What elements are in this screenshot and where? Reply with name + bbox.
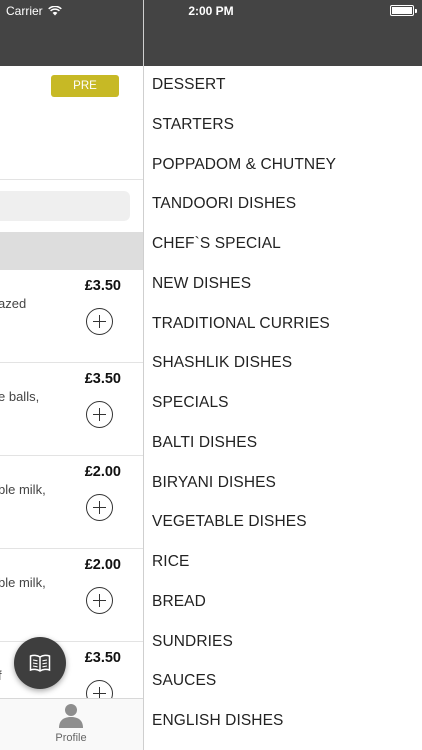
add-to-cart-button[interactable] xyxy=(86,494,113,521)
category-item-shashlik-dishes[interactable]: SHASHLIK DISHES xyxy=(144,343,422,383)
tab-profile[interactable]: Profile xyxy=(46,701,96,749)
category-item-specials[interactable]: SPECIALS xyxy=(144,383,422,423)
dish-description: ble milk, xyxy=(0,482,46,497)
main-screen: PRE ORDER azed £3.50 e balls, £3.50 ble … xyxy=(0,0,143,750)
dish-price: £3.50 xyxy=(84,371,121,387)
dish-price: £2.00 xyxy=(84,557,121,573)
category-item-vegetable-dishes[interactable]: VEGETABLE DISHES xyxy=(144,502,422,542)
search-input[interactable] xyxy=(0,191,130,221)
category-item-biryani-dishes[interactable]: BIRYANI DISHES xyxy=(144,463,422,503)
battery-icon xyxy=(390,5,417,16)
add-to-cart-button[interactable] xyxy=(86,308,113,335)
category-item-balti-dishes[interactable]: BALTI DISHES xyxy=(144,423,422,463)
category-item-traditional-curries[interactable]: TRADITIONAL CURRIES xyxy=(144,304,422,344)
dish-row[interactable]: ble milk, £2.00 xyxy=(0,549,143,642)
category-item-rice[interactable]: RICE xyxy=(144,542,422,582)
menu-fab-button[interactable] xyxy=(14,637,66,689)
category-drawer: DESSERT STARTERS POPPADOM & CHUTNEY TAND… xyxy=(143,0,422,750)
category-list: DESSERT STARTERS POPPADOM & CHUTNEY TAND… xyxy=(144,65,422,741)
pre-order-badge: PRE ORDER xyxy=(51,75,119,114)
dish-price: £2.00 xyxy=(84,464,121,480)
category-item-new-dishes[interactable]: NEW DISHES xyxy=(144,264,422,304)
category-item-sauces[interactable]: SAUCES xyxy=(144,661,422,701)
dish-price: £3.50 xyxy=(84,278,121,294)
dish-row[interactable]: ble milk, £2.00 xyxy=(0,456,143,549)
category-item-poppadom-chutney[interactable]: POPPADOM & CHUTNEY xyxy=(144,145,422,185)
dish-description: azed xyxy=(0,296,27,311)
dish-row[interactable]: e balls, £3.50 xyxy=(0,363,143,456)
menu-book-icon xyxy=(29,654,51,672)
category-item-dessert[interactable]: DESSERT xyxy=(144,65,422,105)
category-item-chefs-special[interactable]: CHEF`S SPECIAL xyxy=(144,224,422,264)
dish-description: f xyxy=(0,668,2,683)
tab-profile-label: Profile xyxy=(55,732,87,744)
category-item-bread[interactable]: BREAD xyxy=(144,582,422,622)
category-item-tandoori-dishes[interactable]: TANDOORI DISHES xyxy=(144,184,422,224)
category-item-starters[interactable]: STARTERS xyxy=(144,105,422,145)
category-item-english-dishes[interactable]: ENGLISH DISHES xyxy=(144,701,422,741)
category-item-sundries[interactable]: SUNDRIES xyxy=(144,622,422,662)
add-to-cart-button[interactable] xyxy=(86,401,113,428)
clock: 2:00 PM xyxy=(188,4,234,18)
dish-price: £3.50 xyxy=(84,650,121,666)
dish-description: e balls, xyxy=(0,389,40,404)
person-icon xyxy=(59,704,83,728)
status-bar: Carrier 2:00 PM xyxy=(0,0,422,22)
add-to-cart-button[interactable] xyxy=(86,587,113,614)
dish-description: ble milk, xyxy=(0,575,46,590)
category-header xyxy=(0,232,143,270)
dish-row[interactable]: azed £3.50 xyxy=(0,270,143,363)
tab-bar: Profile xyxy=(0,698,143,750)
